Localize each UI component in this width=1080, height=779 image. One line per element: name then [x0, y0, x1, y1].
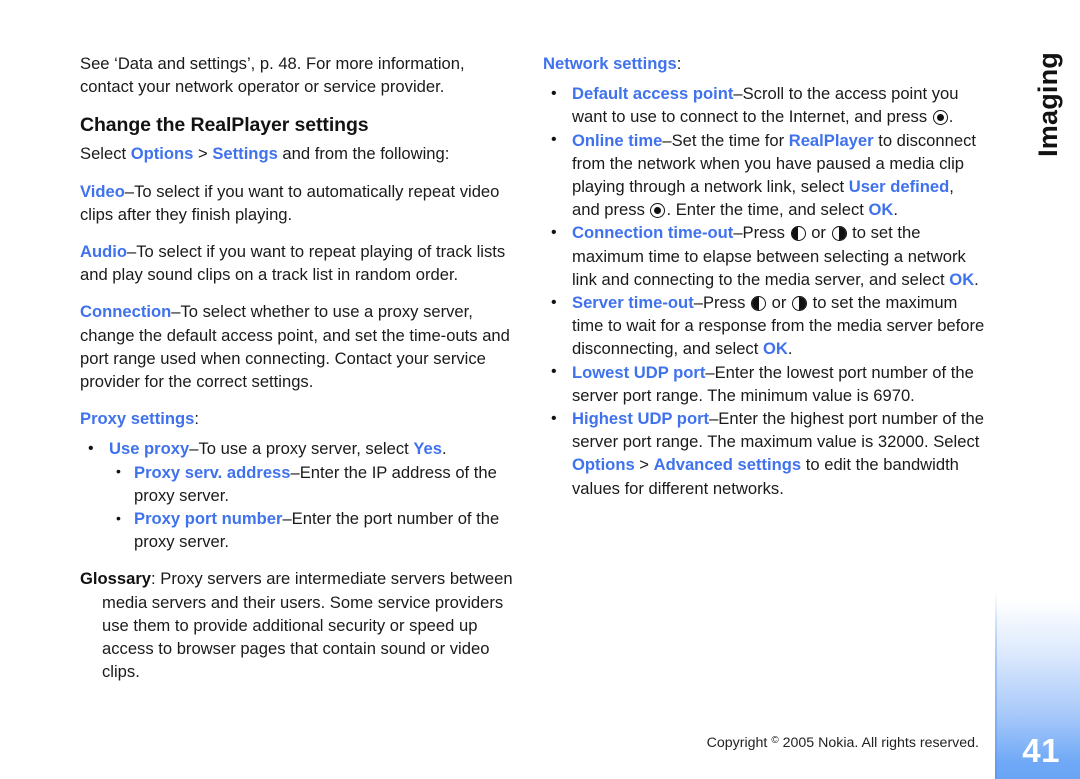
term-audio-desc: –To select if you want to repeat playing… — [80, 242, 506, 285]
scroll-left-key-icon — [751, 295, 766, 311]
list-item-lowest-udp-port: Lowest UDP port–Enter the lowest port nu… — [543, 360, 986, 407]
proxy-sub-list: Proxy serv. address–Enter the IP address… — [109, 460, 520, 554]
select-prefix: Select — [80, 144, 131, 164]
term-proxy-port-number[interactable]: Proxy port number — [134, 509, 282, 528]
network-settings-label: Network settings: — [543, 52, 986, 75]
select-key-icon — [932, 109, 948, 125]
use-proxy-text-before: –To use a proxy server, select — [189, 439, 414, 459]
list-item-proxy-port-number: Proxy port number–Enter the port number … — [109, 507, 520, 553]
link-options[interactable]: Options — [572, 455, 635, 474]
term-connection-timeout[interactable]: Connection time-out — [572, 223, 733, 242]
scroll-right-key-icon — [831, 225, 847, 241]
proxy-settings-colon: : — [194, 409, 199, 429]
select-suffix: and from the following: — [277, 144, 450, 164]
right-column: Network settings: Default access point–S… — [543, 52, 986, 500]
online-time-t4: . Enter the time, and select — [666, 200, 869, 220]
term-proxy-settings[interactable]: Proxy settings — [80, 409, 194, 428]
term-audio[interactable]: Audio — [80, 242, 127, 261]
list-item-online-time: Online time–Set the time for RealPlayer … — [543, 128, 986, 222]
link-options[interactable]: Options — [131, 144, 194, 163]
link-ok[interactable]: OK — [868, 200, 893, 219]
proxy-settings-label: Proxy settings: — [80, 407, 520, 430]
link-realplayer[interactable]: RealPlayer — [789, 131, 874, 150]
chapter-rail: Imaging 41 — [995, 0, 1080, 779]
select-key-icon — [650, 202, 666, 218]
menu-separator: > — [634, 455, 654, 475]
term-highest-udp-port[interactable]: Highest UDP port — [572, 409, 709, 428]
copyright-symbol: © — [771, 735, 779, 746]
term-use-proxy[interactable]: Use proxy — [109, 439, 189, 458]
list-item-highest-udp-port: Highest UDP port–Enter the highest port … — [543, 407, 986, 500]
term-lowest-udp-port[interactable]: Lowest UDP port — [572, 363, 705, 382]
glossary-paragraph: Glossary: Proxy servers are intermediate… — [80, 567, 520, 683]
link-settings[interactable]: Settings — [212, 144, 277, 163]
term-proxy-serv-address[interactable]: Proxy serv. address — [134, 463, 291, 482]
menu-separator: > — [193, 144, 213, 164]
list-item-default-access-point: Default access point–Scroll to the acces… — [543, 82, 986, 128]
online-time-t5: . — [893, 200, 898, 220]
glossary-text: : Proxy servers are intermediate servers… — [102, 569, 513, 682]
page-title: Change the RealPlayer settings — [80, 114, 369, 137]
connection-timeout-t1: –Press — [733, 223, 790, 243]
term-online-time[interactable]: Online time — [572, 131, 662, 150]
proxy-bullet-list: Use proxy–To use a proxy server, select … — [80, 437, 520, 553]
setting-audio: Audio–To select if you want to repeat pl… — [80, 240, 520, 286]
select-options-line: Select Options > Settings and from the f… — [80, 142, 520, 165]
chapter-tab-label: Imaging — [1033, 52, 1063, 157]
manual-page: See ‘Data and settings’, p. 48. For more… — [0, 0, 1080, 779]
server-timeout-t1: –Press — [693, 293, 750, 313]
link-ok[interactable]: OK — [949, 270, 974, 289]
connection-timeout-t2: or — [806, 223, 831, 243]
link-advanced-settings[interactable]: Advanced settings — [654, 455, 802, 474]
network-settings-colon: : — [676, 54, 682, 73]
left-column: See ‘Data and settings’, p. 48. For more… — [80, 52, 520, 697]
list-item-use-proxy: Use proxy–To use a proxy server, select … — [80, 437, 520, 553]
use-proxy-text-after: . — [441, 439, 447, 459]
term-video-desc: –To select if you want to automatically … — [80, 181, 500, 224]
link-ok[interactable]: OK — [763, 339, 788, 358]
page-number: 41 — [1022, 732, 1060, 769]
intro-paragraph: See ‘Data and settings’, p. 48. For more… — [80, 54, 465, 97]
server-timeout-t2: or — [767, 293, 791, 313]
scroll-left-key-icon — [790, 225, 806, 241]
copyright-prefix: Copyright — [706, 735, 772, 751]
connection-timeout-t4: . — [974, 269, 979, 289]
scroll-right-key-icon — [791, 295, 807, 311]
list-item-proxy-serv-address: Proxy serv. address–Enter the IP address… — [109, 460, 520, 507]
term-server-timeout[interactable]: Server time-out — [572, 293, 694, 312]
term-video[interactable]: Video — [80, 182, 125, 201]
glossary-term: Glossary — [80, 569, 152, 589]
network-bullet-list: Default access point–Scroll to the acces… — [543, 82, 986, 500]
setting-connection: Connection–To select whether to use a pr… — [80, 300, 520, 393]
list-item-server-timeout: Server time-out–Press or to set the maxi… — [543, 291, 986, 361]
list-item-connection-timeout: Connection time-out–Press or to set the … — [543, 221, 986, 291]
copyright-suffix: 2005 Nokia. All rights reserved. — [778, 735, 979, 751]
footer-copyright: Copyright © 2005 Nokia. All rights reser… — [0, 735, 995, 751]
term-network-settings[interactable]: Network settings — [543, 54, 677, 73]
term-default-access-point[interactable]: Default access point — [572, 84, 733, 103]
server-timeout-t4: . — [787, 339, 793, 359]
online-time-t1: –Set the time for — [662, 130, 789, 150]
default-access-point-text-after: . — [948, 107, 954, 127]
value-user-defined[interactable]: User defined — [849, 177, 950, 196]
term-connection[interactable]: Connection — [80, 302, 171, 321]
value-yes[interactable]: Yes — [413, 439, 442, 458]
rail-edge-line — [995, 589, 997, 779]
setting-video: Video–To select if you want to automatic… — [80, 180, 520, 226]
